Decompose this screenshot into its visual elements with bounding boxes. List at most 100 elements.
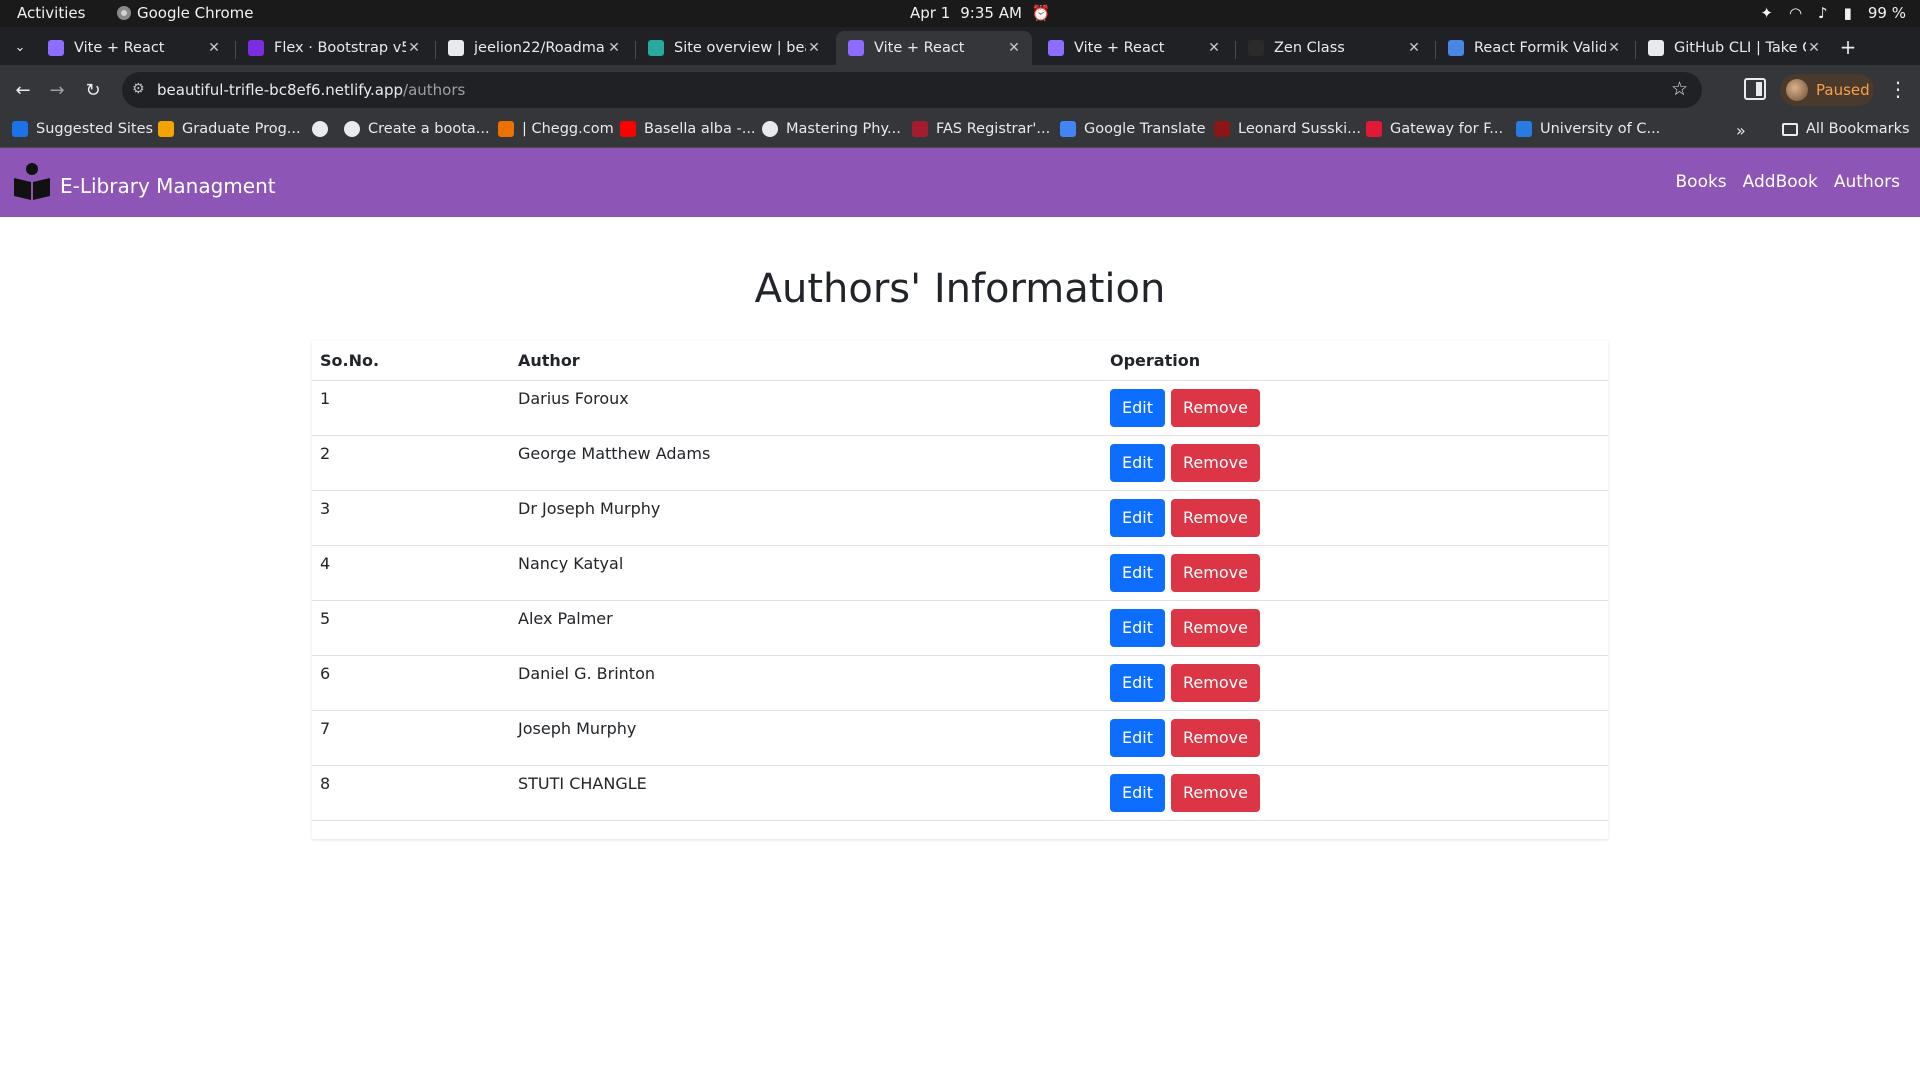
bookmark-item[interactable]: Mastering Phy... <box>762 121 901 137</box>
bookmark-item[interactable]: Basella alba -... <box>620 121 756 137</box>
bookmarks-overflow-icon[interactable]: » <box>1736 121 1746 140</box>
close-tab-icon[interactable]: ✕ <box>1606 40 1622 56</box>
remove-button[interactable]: Remove <box>1170 608 1260 647</box>
clock[interactable]: Apr 1 9:35 AM ⏰ <box>910 4 1051 22</box>
edit-button[interactable]: Edit <box>1110 608 1165 647</box>
time: 9:35 AM <box>960 4 1022 22</box>
reload-button[interactable]: ↻ <box>80 77 106 103</box>
activities-button[interactable]: Activities <box>17 4 85 22</box>
bookmark-label: Gateway for F... <box>1390 121 1504 137</box>
s-icon <box>1366 121 1382 137</box>
bookmark-star-icon[interactable]: ☆ <box>1671 78 1688 100</box>
back-button[interactable]: ← <box>10 77 36 103</box>
stanford-icon <box>1214 121 1230 137</box>
author-name: Joseph Murphy <box>510 710 1102 766</box>
forward-button[interactable]: → <box>44 77 70 103</box>
side-panel-icon[interactable] <box>1744 78 1766 100</box>
browser-tab[interactable]: Vite + React ✕ <box>36 31 232 65</box>
profile-status: Paused <box>1816 81 1870 99</box>
date: Apr 1 <box>910 4 951 22</box>
remove-button[interactable]: Remove <box>1170 498 1260 537</box>
vite-icon <box>848 40 864 56</box>
app-menu[interactable]: Google Chrome <box>117 4 254 22</box>
browser-tab[interactable]: Vite + React ✕ <box>836 31 1032 65</box>
tab-separator <box>1635 41 1636 59</box>
url-text[interactable]: beautiful-trifle-bc8ef6.netlify.app/auth… <box>157 81 465 99</box>
nav-books[interactable]: Books <box>1676 172 1727 192</box>
bookmark-item[interactable]: FAS Registrar'... <box>912 121 1050 137</box>
tab-search-button[interactable]: ⌄ <box>8 35 32 59</box>
table-row: 3 Dr Joseph Murphy Edit Remove <box>312 490 1608 546</box>
remove-button[interactable]: Remove <box>1170 553 1260 592</box>
close-tab-icon[interactable]: ✕ <box>606 40 622 56</box>
profile-button[interactable]: Paused <box>1780 74 1874 106</box>
nav-addbook[interactable]: AddBook <box>1743 172 1818 192</box>
all-bookmarks-button[interactable]: All Bookmarks <box>1782 121 1910 137</box>
remove-button[interactable]: Remove <box>1170 773 1260 812</box>
bookmark-item[interactable]: | Chegg.com <box>498 121 614 137</box>
row-number: 6 <box>312 655 510 711</box>
column-header-no: So.No. <box>312 341 510 381</box>
close-tab-icon[interactable]: ✕ <box>1006 40 1022 56</box>
bookmark-item[interactable]: Graduate Prog... <box>158 121 301 137</box>
close-tab-icon[interactable]: ✕ <box>1406 40 1422 56</box>
browser-tab[interactable]: Vite + React ✕ <box>1036 31 1232 65</box>
youtube-icon <box>620 121 636 137</box>
table-row: 5 Alex Palmer Edit Remove <box>312 600 1608 656</box>
bookmark-item[interactable]: University of C... <box>1516 121 1660 137</box>
remove-button[interactable]: Remove <box>1170 443 1260 482</box>
edit-button[interactable]: Edit <box>1110 718 1165 757</box>
bookmark-item[interactable]: Leonard Susski... <box>1214 121 1361 137</box>
alarm-icon: ⏰ <box>1031 4 1051 22</box>
close-tab-icon[interactable]: ✕ <box>806 40 822 56</box>
edit-button[interactable]: Edit <box>1110 663 1165 702</box>
tab-title: GitHub CLI | Take C <box>1674 40 1806 56</box>
bookmark-item[interactable]: Gateway for F... <box>1366 121 1503 137</box>
bookmark-item[interactable] <box>312 121 328 137</box>
row-number: 4 <box>312 545 510 601</box>
new-tab-button[interactable]: + <box>1836 35 1860 59</box>
edit-button[interactable]: Edit <box>1110 498 1165 537</box>
globe-icon <box>312 121 328 137</box>
row-operations: Edit Remove <box>1102 655 1608 711</box>
brand[interactable]: E-Library Managment <box>12 162 276 202</box>
system-status[interactable]: ✦ ◠ ♪ ▮ 99 % <box>1760 4 1906 22</box>
bookmark-item[interactable]: Create a boota... <box>344 121 490 137</box>
close-tab-icon[interactable]: ✕ <box>1206 40 1222 56</box>
edit-button[interactable]: Edit <box>1110 553 1165 592</box>
table-header-row: So.No. Author Operation <box>312 341 1608 381</box>
edit-button[interactable]: Edit <box>1110 773 1165 812</box>
remove-button[interactable]: Remove <box>1170 388 1260 427</box>
chrome-icon <box>117 6 131 20</box>
edit-button[interactable]: Edit <box>1110 388 1165 427</box>
browser-tab[interactable]: Site overview | bea ✕ <box>636 31 832 65</box>
browser-tab[interactable]: Flex · Bootstrap v5 ✕ <box>236 31 432 65</box>
menu-kebab-icon[interactable]: ⋮ <box>1888 77 1908 101</box>
close-tab-icon[interactable]: ✕ <box>1806 40 1822 56</box>
author-name: Dr Joseph Murphy <box>510 490 1102 546</box>
browser-tab[interactable]: Zen Class ✕ <box>1236 31 1432 65</box>
remove-button[interactable]: Remove <box>1170 663 1260 702</box>
bookmark-label: Google Translate <box>1084 121 1206 137</box>
address-bar[interactable]: ⚙ beautiful-trifle-bc8ef6.netlify.app/au… <box>122 72 1702 108</box>
browser-tab[interactable]: GitHub CLI | Take C ✕ <box>1636 31 1832 65</box>
tab-separator <box>235 41 236 59</box>
bookmark-item[interactable]: Suggested Sites <box>12 121 153 137</box>
site-info-icon[interactable]: ⚙ <box>132 81 145 97</box>
authors-table-card: So.No. Author Operation 1 Darius Foroux Ed… <box>312 341 1608 839</box>
bookmark-label: | Chegg.com <box>522 121 614 137</box>
close-tab-icon[interactable]: ✕ <box>206 40 222 56</box>
bookmark-label: FAS Registrar'... <box>936 121 1051 137</box>
browser-tab[interactable]: jeelion22/Roadmap ✕ <box>436 31 632 65</box>
search-icon <box>12 121 28 137</box>
wifi-icon: ◠ <box>1788 4 1803 22</box>
github-icon <box>448 40 464 56</box>
tab-title: Vite + React <box>1074 40 1165 56</box>
nav-authors[interactable]: Authors <box>1834 172 1900 192</box>
close-tab-icon[interactable]: ✕ <box>406 40 422 56</box>
row-number: 8 <box>312 765 510 821</box>
remove-button[interactable]: Remove <box>1170 718 1260 757</box>
edit-button[interactable]: Edit <box>1110 443 1165 482</box>
bookmark-item[interactable]: Google Translate <box>1060 121 1206 137</box>
browser-tab[interactable]: React Formik Valid ✕ <box>1436 31 1632 65</box>
